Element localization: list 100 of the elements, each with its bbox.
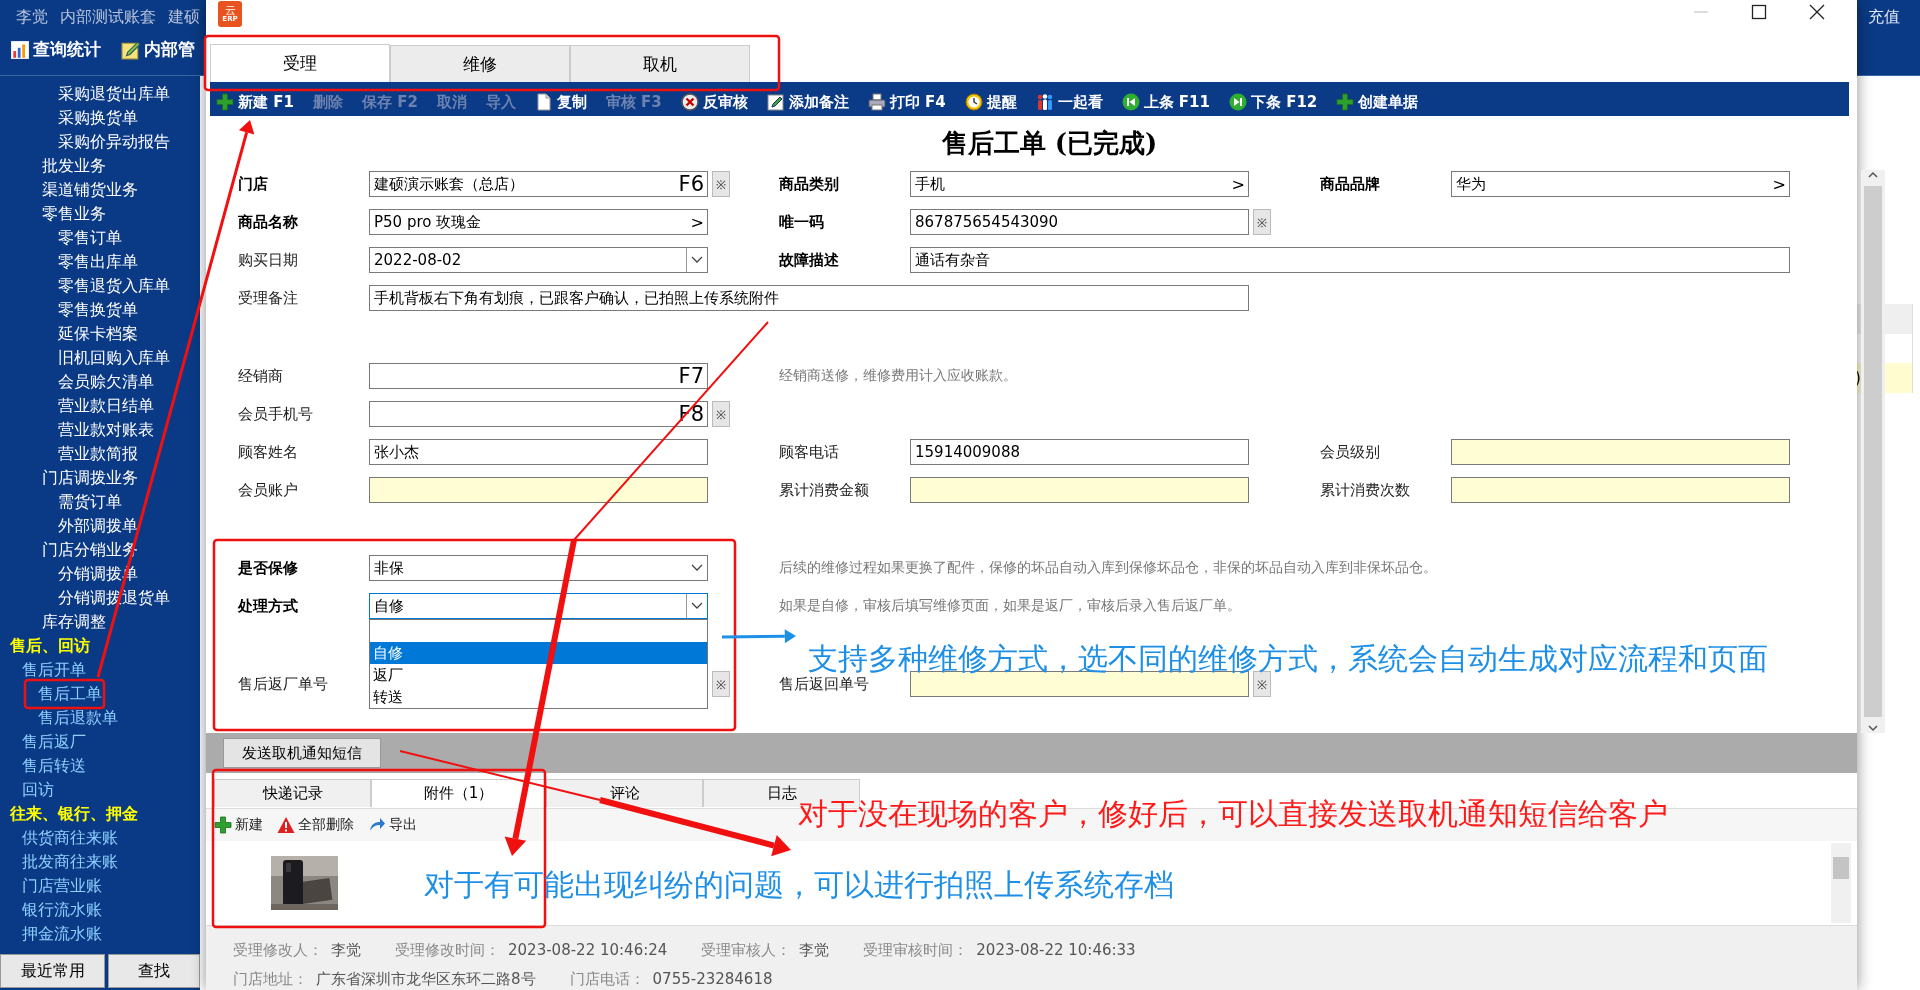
menu-item[interactable]: 售后转送 (22, 754, 86, 778)
toolbar-button[interactable]: 创建单据 (1336, 92, 1419, 112)
chevron-up-icon[interactable] (1867, 170, 1879, 180)
dropdown-option[interactable]: 返厂 (370, 664, 707, 686)
lookup-button[interactable]: ※ (712, 171, 730, 197)
lookup-button[interactable]: ※ (1253, 671, 1271, 697)
input-field[interactable]: 手机 > (910, 171, 1249, 197)
sidebar-button[interactable]: 查找 (108, 954, 200, 988)
menu-item[interactable]: 渠道铺货业务 (42, 178, 138, 202)
field-label: 售后返厂单号 (238, 674, 329, 694)
menu-item[interactable]: 延保卡档案 (58, 322, 138, 346)
detail-tab[interactable]: 评论 (546, 779, 703, 807)
toolbar-button[interactable]: 新建 F1 (216, 92, 294, 112)
maximize-icon[interactable] (1751, 4, 1767, 20)
input-field[interactable]: P50 pro 玫瑰金 > (369, 209, 708, 235)
input-field[interactable]: 建硕演示账套（总店） F6 (369, 171, 708, 197)
chevron-down-icon[interactable] (691, 564, 703, 572)
input-field[interactable]: 867875654543090 (910, 209, 1249, 235)
sidebar-button[interactable]: 最近常用 (0, 954, 105, 988)
chevron-down-icon[interactable] (1867, 723, 1879, 733)
menu-section-header[interactable]: 往来、银行、押金 (10, 802, 138, 826)
menu-item[interactable]: 售后开单 (22, 658, 86, 682)
dropdown-option[interactable]: 转送 (370, 686, 707, 708)
input-field[interactable]: 华为 > (1451, 171, 1790, 197)
input-field[interactable]: F7 (369, 363, 708, 389)
input-field[interactable] (369, 477, 708, 503)
menu-item[interactable]: 回访 (22, 778, 54, 802)
input-field[interactable]: 张小杰 (369, 439, 708, 465)
toolbar-button[interactable]: 上条 F11 (1121, 92, 1210, 112)
nav-menu-item[interactable]: 查询统计 (33, 38, 101, 61)
toolbar-button[interactable]: 添加备注 (766, 92, 849, 112)
menu-item[interactable]: 会员赊欠清单 (58, 370, 154, 394)
toolbar-button[interactable]: 下条 F12 (1228, 92, 1318, 112)
menu-item[interactable]: 营业款简报 (58, 442, 138, 466)
toolbar-button[interactable]: 全部删除 (277, 816, 354, 834)
menu-item[interactable]: 零售业务 (42, 202, 106, 226)
input-field[interactable]: 手机背板右下角有划痕，已跟客户确认，已拍照上传系统附件 (369, 285, 1249, 311)
menu-item[interactable]: 批发业务 (42, 154, 106, 178)
dropdown-field[interactable]: 非保 (369, 555, 708, 581)
field-label: 累计消费次数 (1320, 480, 1411, 500)
input-field[interactable] (910, 477, 1249, 503)
input-field[interactable]: 15914009088 (910, 439, 1249, 465)
scrollbar[interactable] (1861, 170, 1885, 733)
nav-menu-item[interactable]: 内部管 (144, 38, 195, 61)
lookup-button[interactable]: ※ (712, 401, 730, 427)
input-field[interactable]: 通话有杂音 (910, 247, 1790, 273)
menu-section-header[interactable]: 售后、回访 (10, 634, 90, 658)
field-label: 处理方式 (238, 596, 299, 616)
field-label: 唯一码 (779, 212, 825, 232)
close-icon[interactable] (1809, 4, 1825, 20)
stage-tab[interactable]: 受理 (210, 44, 390, 82)
dropdown-option[interactable]: 自修 (370, 642, 707, 664)
menu-item[interactable]: 采购价异动报告 (58, 130, 170, 154)
dropdown-field[interactable]: 自修 (369, 593, 708, 619)
stage-tab[interactable]: 维修 (390, 45, 570, 82)
stage-tab[interactable]: 取机 (570, 45, 750, 82)
menu-item[interactable]: 零售订单 (58, 226, 122, 250)
toolbar-button[interactable]: 提醒 (964, 92, 1017, 112)
menu-item[interactable]: 旧机回购入库单 (58, 346, 170, 370)
input-field[interactable] (1451, 439, 1790, 465)
dropdown-field[interactable]: 2022-08-02 (369, 247, 708, 273)
scrollbar[interactable] (1831, 843, 1851, 923)
menu-item[interactable]: 供货商往来账 (22, 826, 118, 850)
menu-item[interactable]: 门店营业账 (22, 874, 102, 898)
toolbar-button[interactable]: 反审核 (680, 92, 748, 112)
header-link[interactable]: 充值 (1868, 6, 1900, 28)
chevron-down-icon[interactable] (691, 602, 703, 610)
menu-item[interactable]: 库存调整 (42, 610, 106, 634)
menu-item[interactable]: 采购换货单 (58, 106, 138, 130)
menu-item[interactable]: 外部调拨单 (58, 514, 138, 538)
menu-item[interactable]: 门店调拨业务 (42, 466, 138, 490)
menu-item[interactable]: 零售出库单 (58, 250, 138, 274)
toolbar-button[interactable]: 新建 (214, 816, 263, 834)
menu-item[interactable]: 售后返厂 (22, 730, 86, 754)
menu-item[interactable]: 采购退货出库单 (58, 82, 170, 106)
detail-tab[interactable]: 附件（1） (371, 779, 546, 807)
toolbar-button[interactable]: 导出 (368, 816, 417, 834)
detail-tab[interactable]: 快递记录 (214, 779, 371, 807)
field-label: 商品名称 (238, 212, 299, 232)
send-sms-button[interactable]: 发送取机通知短信 (223, 738, 381, 768)
menu-item[interactable]: 售后工单 (38, 682, 102, 706)
lookup-button[interactable]: ※ (712, 671, 730, 697)
menu-item[interactable]: 批发商往来账 (22, 850, 118, 874)
menu-item[interactable]: 押金流水账 (22, 922, 102, 946)
menu-item[interactable]: 营业款对账表 (58, 418, 154, 442)
input-field[interactable] (1451, 477, 1790, 503)
pencil-icon (121, 39, 141, 60)
menu-item[interactable]: 需货订单 (58, 490, 122, 514)
toolbar-button[interactable]: 复制 (534, 92, 587, 112)
toolbar-button[interactable]: 一起看 (1035, 92, 1103, 112)
menu-item[interactable]: 零售退货入库单 (58, 274, 170, 298)
toolbar-button[interactable]: 打印 F4 (867, 92, 946, 112)
next-icon (1228, 93, 1247, 111)
menu-item[interactable]: 零售换货单 (58, 298, 138, 322)
menu-item[interactable]: 银行流水账 (22, 898, 102, 922)
chevron-down-icon[interactable] (691, 256, 703, 264)
info-label: 门店电话： (569, 970, 645, 989)
menu-item[interactable]: 营业款日结单 (58, 394, 154, 418)
lookup-button[interactable]: ※ (1253, 209, 1271, 235)
menu-item[interactable]: 售后退款单 (38, 706, 118, 730)
